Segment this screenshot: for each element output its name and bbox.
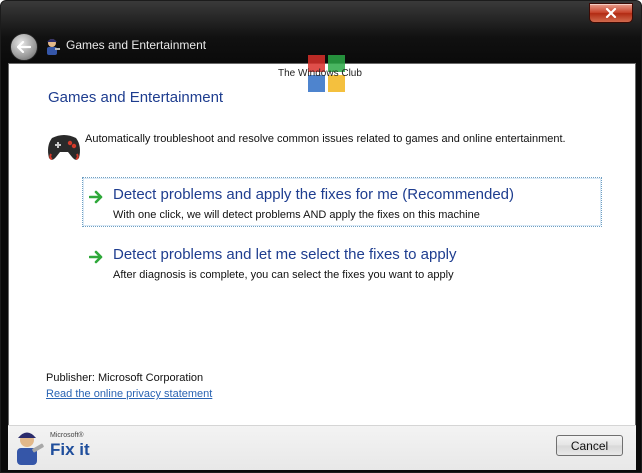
option-subtitle: After diagnosis is complete, you can sel… bbox=[113, 269, 454, 281]
fix-it-window: Games and Entertainment The Windows Club… bbox=[0, 0, 642, 473]
option-subtitle: With one click, we will detect problems … bbox=[113, 209, 480, 221]
close-button[interactable] bbox=[589, 3, 633, 23]
option-select-fixes-manually[interactable]: Detect problems and let me select the fi… bbox=[82, 237, 602, 287]
window-title: Games and Entertainment bbox=[66, 38, 207, 52]
cancel-button[interactable]: Cancel bbox=[556, 435, 623, 456]
fix-it-logo-small-text: Microsoft® bbox=[50, 432, 84, 439]
technician-icon bbox=[17, 432, 44, 465]
description-text: Automatically troubleshoot and resolve c… bbox=[85, 133, 566, 145]
close-icon bbox=[605, 8, 617, 18]
watermark: The Windows Club bbox=[271, 55, 391, 95]
fix-it-logo-text: Fix it bbox=[50, 440, 90, 459]
fix-it-logo: Microsoft® Fix it bbox=[12, 428, 102, 466]
publisher-text: Publisher: Microsoft Corporation bbox=[46, 372, 204, 384]
option-title: Detect problems and let me select the fi… bbox=[113, 246, 457, 263]
green-arrow-icon bbox=[89, 250, 103, 264]
technician-icon bbox=[47, 39, 60, 55]
watermark-text: The Windows Club bbox=[278, 68, 362, 79]
green-arrow-icon bbox=[89, 190, 103, 204]
back-arrow-icon bbox=[17, 41, 31, 53]
page-title: Games and Entertainment bbox=[48, 89, 224, 106]
privacy-statement-link[interactable]: Read the online privacy statement bbox=[46, 388, 212, 400]
option-title: Detect problems and apply the fixes for … bbox=[113, 186, 515, 203]
footer-bar: Microsoft® Fix it Cancel bbox=[8, 425, 636, 470]
back-button[interactable] bbox=[10, 33, 38, 61]
content-panel: The Windows Club Games and Entertainment… bbox=[8, 55, 636, 426]
option-apply-fixes-automatically[interactable]: Detect problems and apply the fixes for … bbox=[82, 177, 602, 227]
gamepad-icon bbox=[48, 135, 80, 160]
